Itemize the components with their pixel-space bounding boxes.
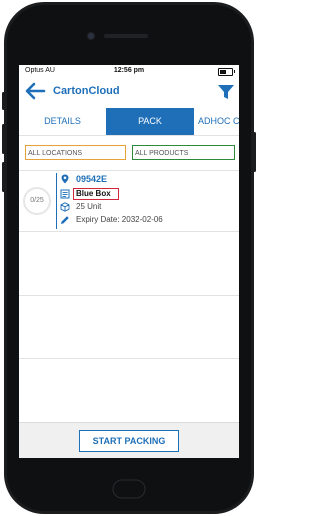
phone-power-button bbox=[253, 132, 256, 172]
phone-volume-down bbox=[2, 162, 5, 192]
empty-row bbox=[19, 232, 239, 296]
tab-pack[interactable]: PACK bbox=[106, 108, 194, 135]
pencil-icon bbox=[61, 216, 69, 224]
empty-row bbox=[19, 296, 239, 359]
tab-bar: DETAILS PACK ADHOC C bbox=[19, 108, 239, 136]
box-icon bbox=[60, 202, 70, 212]
phone-volume-up bbox=[2, 124, 5, 154]
footer-bar: START PACKING bbox=[19, 422, 239, 458]
front-camera bbox=[88, 33, 94, 39]
map-pin-icon bbox=[61, 174, 69, 184]
app-bar: CartonCloud bbox=[19, 77, 239, 107]
phone-silent-switch bbox=[2, 92, 5, 110]
expiry-date: Expiry Date: 2032-02-06 bbox=[76, 215, 163, 224]
battery-tip bbox=[234, 70, 235, 73]
app-screen: Optus AU 12:56 pm CartonCloud DETAILS PA… bbox=[19, 65, 239, 458]
tab-details[interactable]: DETAILS bbox=[19, 108, 106, 135]
product-highlight-box bbox=[73, 188, 119, 200]
tab-adhoc[interactable]: ADHOC C bbox=[194, 108, 239, 135]
item-divider bbox=[56, 173, 57, 229]
clock: 12:56 pm bbox=[113, 67, 145, 74]
filter-row: ALL LOCATIONS ALL PRODUCTS bbox=[19, 136, 239, 171]
earpiece-speaker bbox=[104, 34, 148, 38]
product-list-icon bbox=[60, 189, 70, 199]
back-arrow-icon[interactable] bbox=[23, 79, 47, 103]
battery-icon bbox=[218, 68, 233, 76]
filter-funnel-icon[interactable] bbox=[217, 83, 235, 101]
home-indicator bbox=[112, 479, 146, 499]
pack-item-row[interactable]: 0/25 09542E Blue Box 25 Unit Expiry Date… bbox=[19, 171, 239, 232]
product-filter[interactable]: ALL PRODUCTS bbox=[132, 145, 235, 160]
start-packing-button[interactable]: START PACKING bbox=[79, 430, 179, 452]
status-bar: Optus AU 12:56 pm bbox=[19, 65, 239, 77]
location-code: 09542E bbox=[76, 174, 108, 184]
app-title: CartonCloud bbox=[53, 85, 120, 97]
quantity-value: 25 Unit bbox=[76, 202, 102, 211]
location-filter[interactable]: ALL LOCATIONS bbox=[25, 145, 126, 160]
pack-progress-ring: 0/25 bbox=[23, 187, 51, 215]
